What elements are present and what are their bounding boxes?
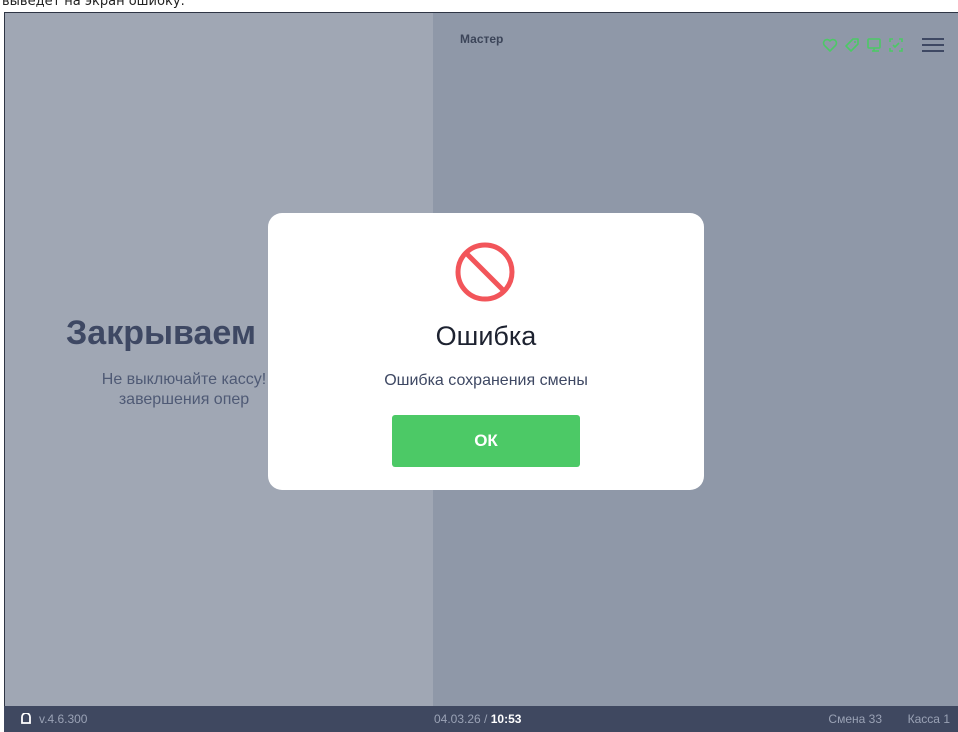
- shift-number: Смена 33: [828, 712, 882, 726]
- closing-shift-heading: Закрываем: [66, 314, 257, 352]
- dialog-title: Ошибка: [435, 321, 537, 351]
- date-time-separator: /: [480, 712, 491, 726]
- date-label: 04.03.26: [434, 712, 481, 726]
- register-number: Касса 1: [907, 712, 950, 726]
- dialog-message: Ошибка сохранения смены: [384, 372, 588, 389]
- version-label: v.4.6.300: [39, 712, 88, 726]
- top-toolbar: [822, 37, 944, 53]
- time-label: 10:53: [490, 712, 522, 726]
- monitor-icon[interactable]: [866, 37, 882, 53]
- document-caption: выведет на экран ошибку.: [2, 0, 185, 9]
- prohibited-icon: [455, 242, 515, 302]
- version-info: v.4.6.300: [20, 712, 87, 726]
- ok-button[interactable]: ОК: [392, 415, 580, 467]
- hamburger-menu-icon[interactable]: [922, 37, 944, 53]
- heart-icon[interactable]: [822, 37, 838, 53]
- tag-icon[interactable]: [844, 37, 860, 53]
- cashier-name: Мастер: [460, 32, 504, 46]
- app-logo-icon: [21, 713, 31, 724]
- error-dialog: Ошибка Ошибка сохранения смены ОК: [268, 213, 704, 490]
- date-time: 04.03.26 / 10:53: [434, 712, 521, 726]
- status-bar: v.4.6.300 04.03.26 / 10:53 Смена 33 Касс…: [4, 706, 958, 732]
- scan-icon[interactable]: [888, 37, 904, 53]
